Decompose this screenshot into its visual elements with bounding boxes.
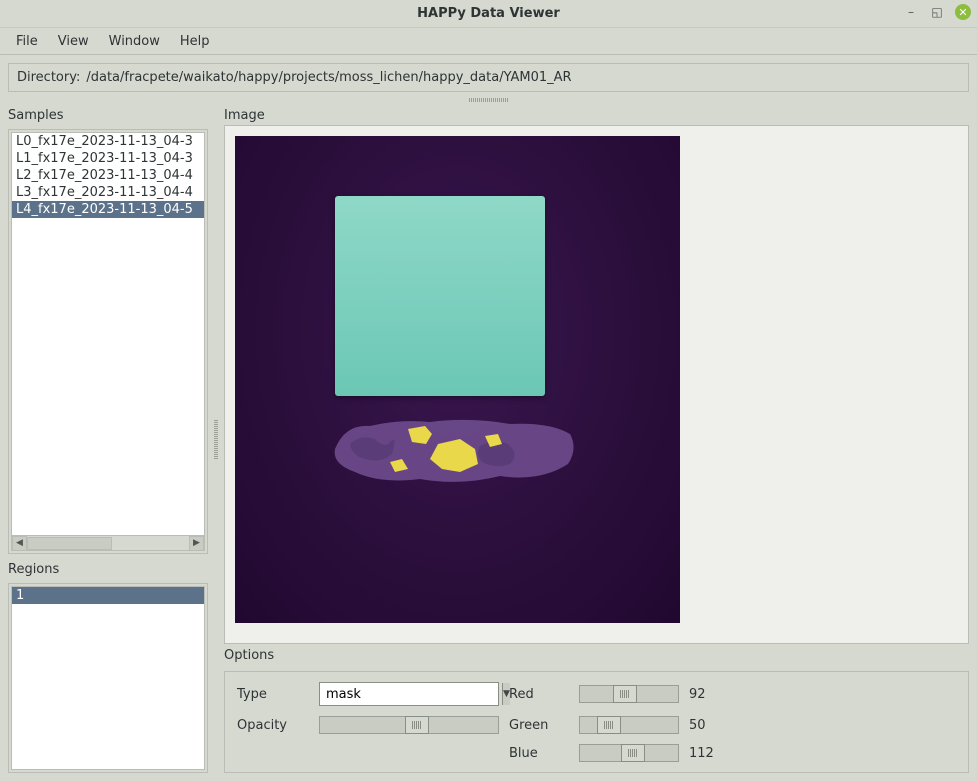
menu-help[interactable]: Help — [172, 30, 218, 53]
maximize-icon[interactable]: ◱ — [929, 4, 945, 20]
red-label: Red — [509, 687, 569, 702]
green-slider[interactable] — [579, 716, 679, 734]
samples-panel: L0_fx17e_2023-11-13_04-3L1_fx17e_2023-11… — [8, 129, 208, 554]
directory-label: Directory: — [17, 70, 80, 85]
green-label: Green — [509, 718, 569, 733]
scroll-thumb[interactable] — [27, 537, 112, 550]
type-combo[interactable]: ▼ — [319, 682, 499, 706]
list-item[interactable]: L3_fx17e_2023-11-13_04-4 — [12, 184, 204, 201]
menu-view[interactable]: View — [50, 30, 97, 53]
blue-label: Blue — [509, 746, 569, 761]
red-value: 92 — [689, 687, 729, 702]
samples-hscroll[interactable]: ◀ ▶ — [11, 536, 205, 551]
list-item[interactable]: L4_fx17e_2023-11-13_04-5 — [12, 201, 204, 218]
minimize-icon[interactable]: – — [903, 4, 919, 20]
directory-path: /data/fracpete/waikato/happy/projects/mo… — [86, 70, 571, 85]
opacity-label: Opacity — [237, 718, 309, 733]
samples-label: Samples — [8, 108, 208, 123]
image-canvas[interactable] — [235, 136, 680, 623]
list-item[interactable]: L2_fx17e_2023-11-13_04-4 — [12, 167, 204, 184]
samples-list[interactable]: L0_fx17e_2023-11-13_04-3L1_fx17e_2023-11… — [11, 132, 205, 536]
titlebar: HAPPy Data Viewer – ◱ ✕ — [0, 0, 977, 28]
list-item[interactable]: 1 — [12, 587, 204, 604]
regions-list[interactable]: 1 — [11, 586, 205, 770]
list-item[interactable]: L0_fx17e_2023-11-13_04-3 — [12, 133, 204, 150]
type-label: Type — [237, 687, 309, 702]
regions-label: Regions — [8, 562, 208, 577]
scroll-track[interactable] — [27, 537, 189, 550]
red-slider[interactable] — [579, 685, 679, 703]
close-icon[interactable]: ✕ — [955, 4, 971, 20]
image-panel — [224, 125, 969, 644]
main-area: Samples L0_fx17e_2023-11-13_04-3L1_fx17e… — [0, 104, 977, 781]
menu-window[interactable]: Window — [101, 30, 168, 53]
vertical-splitter[interactable] — [212, 104, 220, 773]
window-title: HAPPy Data Viewer — [417, 6, 560, 21]
image-label: Image — [224, 108, 969, 123]
reference-tile — [335, 196, 545, 396]
left-column: Samples L0_fx17e_2023-11-13_04-3L1_fx17e… — [8, 104, 208, 773]
scroll-right-icon[interactable]: ▶ — [189, 536, 204, 551]
sample-overlay — [330, 414, 580, 489]
window-controls: – ◱ ✕ — [903, 4, 971, 20]
blue-slider[interactable] — [579, 744, 679, 762]
directory-row: Directory: /data/fracpete/waikato/happy/… — [8, 63, 969, 92]
green-value: 50 — [689, 718, 729, 733]
blue-value: 112 — [689, 746, 729, 761]
right-column: Image Options Type ▼ — [224, 104, 969, 773]
menu-file[interactable]: File — [8, 30, 46, 53]
list-item[interactable]: L1_fx17e_2023-11-13_04-3 — [12, 150, 204, 167]
options-panel: Type ▼ Red 92 Opacity Green 50 Blue 112 — [224, 671, 969, 773]
horizontal-splitter[interactable] — [0, 96, 977, 104]
regions-panel: 1 — [8, 583, 208, 773]
scroll-left-icon[interactable]: ◀ — [12, 536, 27, 551]
type-input[interactable] — [320, 683, 502, 705]
menubar: File View Window Help — [0, 28, 977, 55]
opacity-slider[interactable] — [319, 716, 499, 734]
options-label: Options — [224, 648, 969, 663]
